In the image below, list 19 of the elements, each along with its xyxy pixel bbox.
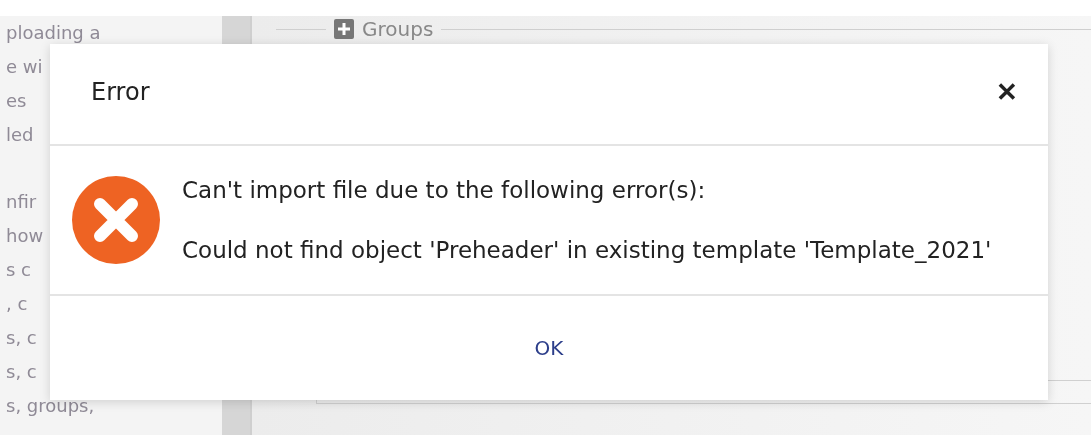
background-text: e wi bbox=[6, 56, 43, 77]
error-message: Can't import file due to the following error(s): bbox=[182, 177, 707, 203]
background-text: s, c bbox=[6, 327, 37, 348]
close-button[interactable]: ✕ bbox=[996, 76, 1018, 108]
background-text: how bbox=[6, 225, 44, 246]
background-text: s, c bbox=[6, 361, 37, 382]
background-text: led bbox=[6, 124, 34, 145]
background-text: ploading a bbox=[6, 22, 101, 43]
background-text: s, groups, bbox=[6, 395, 95, 416]
ok-button[interactable]: OK bbox=[526, 332, 572, 364]
section-title: Groups bbox=[362, 17, 434, 41]
background-text: nfir bbox=[6, 191, 37, 212]
error-message: Could not find object 'Preheader' in existing template 'Template_2021' bbox=[182, 237, 992, 263]
background-text: es bbox=[6, 90, 27, 111]
background-text: s c bbox=[6, 259, 31, 280]
background-text: , c bbox=[6, 293, 28, 314]
error-icon bbox=[72, 176, 160, 264]
dialog-title: Error bbox=[91, 78, 150, 106]
plus-icon[interactable] bbox=[334, 19, 354, 39]
